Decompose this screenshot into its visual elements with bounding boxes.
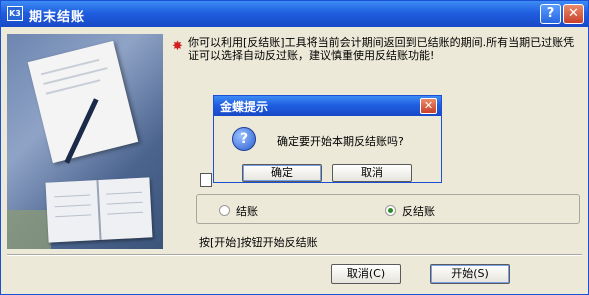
- radio-reverse-indicator[interactable]: [385, 205, 396, 216]
- radio-close[interactable]: 结账: [219, 203, 258, 219]
- notice-text: 你可以利用[反结账]工具将当前会计期间返回到已结账的期间.所有当期已过账凭证可以…: [188, 36, 575, 62]
- dialog-ok-button[interactable]: 确定: [242, 164, 322, 182]
- radio-reverse-label: 反结账: [402, 205, 435, 218]
- banknotes-image: [7, 210, 51, 249]
- warning-star-icon: ✸: [172, 39, 183, 54]
- cancel-button[interactable]: 取消(C): [331, 264, 401, 284]
- instruction-text: 按[开始]按钮开始反结账: [199, 236, 318, 249]
- title-bar[interactable]: K3 期末结账 ? ✕: [1, 1, 588, 27]
- dialog-close-button[interactable]: ✕: [420, 98, 437, 114]
- ledger-book-image: [45, 177, 153, 243]
- radio-reverse-close[interactable]: 反结账: [385, 203, 435, 219]
- radio-close-indicator[interactable]: [219, 205, 230, 216]
- option-checkbox[interactable]: [200, 173, 212, 187]
- accounting-illustration: [7, 34, 163, 249]
- close-mode-radio-group: 结账 反结账: [196, 194, 580, 224]
- dialog-cancel-button[interactable]: 取消: [332, 164, 412, 182]
- close-button[interactable]: ✕: [563, 4, 584, 24]
- dialog-message: 确定要开始本期反结账吗?: [277, 135, 404, 148]
- k3-app-icon: K3: [7, 6, 23, 21]
- dialog-title-bar[interactable]: 金蝶提示 ✕: [214, 96, 441, 116]
- bottom-separator: [7, 254, 582, 256]
- confirm-dialog: 金蝶提示 ✕ ? 确定要开始本期反结账吗? 确定 取消: [213, 95, 442, 183]
- start-button[interactable]: 开始(S): [430, 264, 510, 284]
- help-button[interactable]: ?: [540, 4, 561, 24]
- dialog-title: 金蝶提示: [220, 100, 269, 114]
- window-title: 期末结账: [29, 10, 86, 25]
- radio-close-label: 结账: [236, 205, 258, 218]
- period-end-close-window: K3 期末结账 ? ✕ ✸ 你可以利用[反结账]工具将当前会计期间返回到已结账的…: [0, 0, 589, 295]
- question-icon: ?: [232, 127, 256, 151]
- document-image: [27, 40, 139, 164]
